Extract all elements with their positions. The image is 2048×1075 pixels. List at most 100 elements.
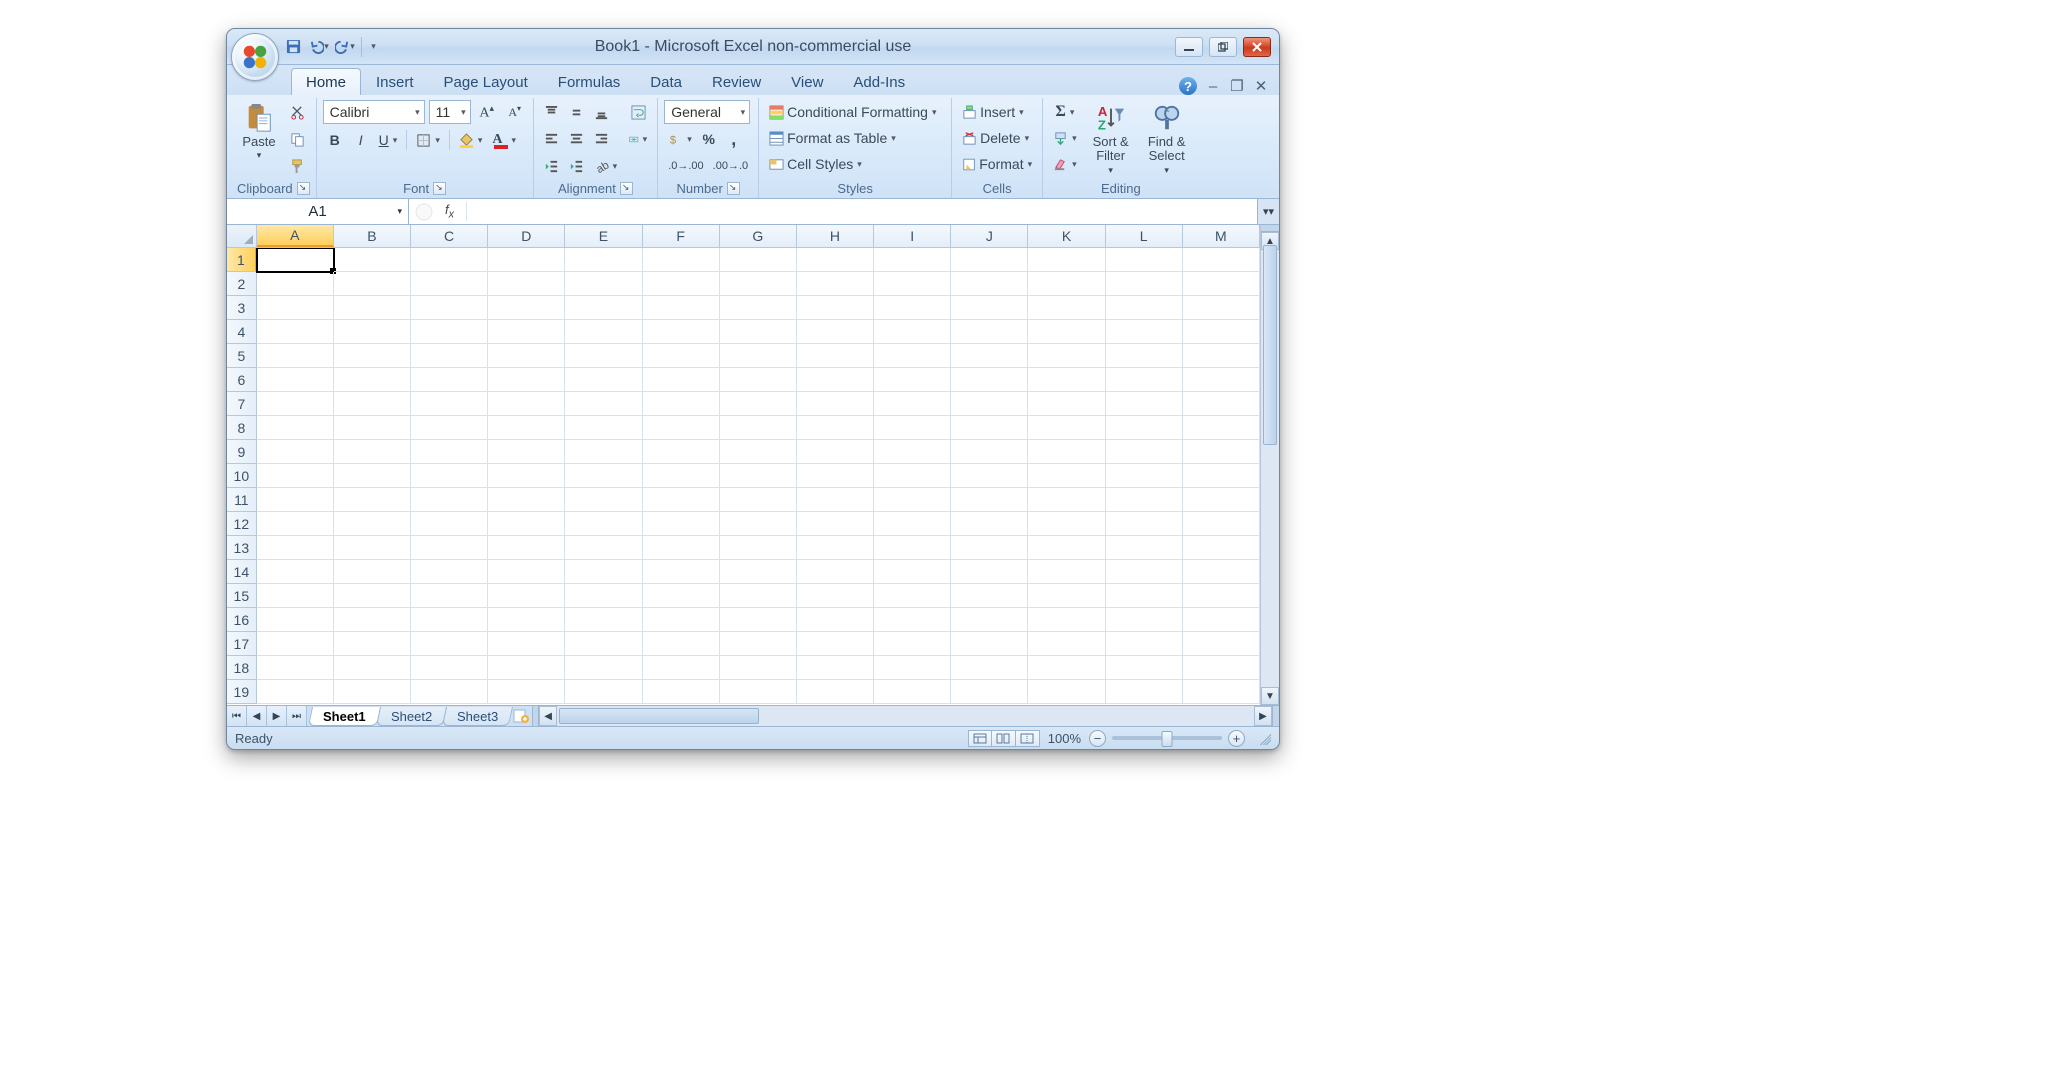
cell-F19[interactable]	[643, 680, 720, 704]
cell-C3[interactable]	[411, 296, 488, 320]
cell-K13[interactable]	[1028, 536, 1105, 560]
cell-M8[interactable]	[1183, 416, 1260, 440]
cell-J7[interactable]	[951, 392, 1028, 416]
cell-H19[interactable]	[797, 680, 874, 704]
cell-C19[interactable]	[411, 680, 488, 704]
cell-D17[interactable]	[488, 632, 565, 656]
cell-A3[interactable]	[257, 296, 334, 320]
cell-A17[interactable]	[257, 632, 334, 656]
clipboard-dialog-launcher[interactable]	[297, 182, 310, 195]
cell-A14[interactable]	[257, 560, 334, 584]
row-header-12[interactable]: 12	[227, 512, 257, 536]
cell-H4[interactable]	[797, 320, 874, 344]
cell-L15[interactable]	[1106, 584, 1183, 608]
cell-J1[interactable]	[951, 248, 1028, 272]
cell-I13[interactable]	[874, 536, 951, 560]
cell-G13[interactable]	[720, 536, 797, 560]
cell-H10[interactable]	[797, 464, 874, 488]
vertical-scroll-thumb[interactable]	[1263, 245, 1277, 445]
cell-I11[interactable]	[874, 488, 951, 512]
cell-I4[interactable]	[874, 320, 951, 344]
number-format-combo[interactable]: General▾	[664, 100, 750, 124]
cell-J10[interactable]	[951, 464, 1028, 488]
cell-E7[interactable]	[565, 392, 642, 416]
cell-E5[interactable]	[565, 344, 642, 368]
cell-F11[interactable]	[643, 488, 720, 512]
cell-E12[interactable]	[565, 512, 642, 536]
ribbon-tab-add-ins[interactable]: Add-Ins	[838, 68, 920, 95]
sheet-tab-sheet2[interactable]: Sheet2	[376, 707, 447, 726]
cell-E1[interactable]	[565, 248, 642, 272]
ribbon-tab-view[interactable]: View	[776, 68, 838, 95]
cell-E15[interactable]	[565, 584, 642, 608]
cell-M10[interactable]	[1183, 464, 1260, 488]
column-header-B[interactable]: B	[334, 225, 411, 247]
scroll-right-button[interactable]: ▶	[1254, 706, 1272, 726]
select-all-button[interactable]	[227, 225, 257, 247]
cell-L5[interactable]	[1106, 344, 1183, 368]
shrink-font-button[interactable]: A▾	[503, 100, 527, 124]
cell-I18[interactable]	[874, 656, 951, 680]
autosum-button[interactable]: Σ▾	[1049, 100, 1081, 124]
cell-B9[interactable]	[334, 440, 411, 464]
cell-B6[interactable]	[334, 368, 411, 392]
cell-H13[interactable]	[797, 536, 874, 560]
find-select-button[interactable]: Find & Select▾	[1141, 100, 1193, 178]
cell-A10[interactable]	[257, 464, 334, 488]
cell-A12[interactable]	[257, 512, 334, 536]
cell-D14[interactable]	[488, 560, 565, 584]
horizontal-scroll-thumb[interactable]	[559, 708, 759, 724]
cell-C13[interactable]	[411, 536, 488, 560]
alignment-dialog-launcher[interactable]	[620, 182, 633, 195]
cell-G3[interactable]	[720, 296, 797, 320]
cell-B15[interactable]	[334, 584, 411, 608]
cell-I12[interactable]	[874, 512, 951, 536]
cell-H15[interactable]	[797, 584, 874, 608]
column-header-L[interactable]: L	[1106, 225, 1183, 247]
cell-C14[interactable]	[411, 560, 488, 584]
font-name-combo[interactable]: Calibri▾	[323, 100, 425, 124]
view-normal-button[interactable]	[968, 730, 992, 747]
cell-B1[interactable]	[334, 248, 411, 272]
cell-I19[interactable]	[874, 680, 951, 704]
cell-K16[interactable]	[1028, 608, 1105, 632]
wrap-text-button[interactable]	[625, 100, 651, 124]
cell-M9[interactable]	[1183, 440, 1260, 464]
align-center-button[interactable]	[565, 127, 589, 151]
cell-E8[interactable]	[565, 416, 642, 440]
cell-F7[interactable]	[643, 392, 720, 416]
cell-D12[interactable]	[488, 512, 565, 536]
increase-decimal-button[interactable]: .0→.00	[664, 154, 707, 178]
cell-L19[interactable]	[1106, 680, 1183, 704]
fill-color-button[interactable]: ▾	[455, 128, 487, 152]
cell-D3[interactable]	[488, 296, 565, 320]
cell-I10[interactable]	[874, 464, 951, 488]
cell-M11[interactable]	[1183, 488, 1260, 512]
cell-A18[interactable]	[257, 656, 334, 680]
cell-F14[interactable]	[643, 560, 720, 584]
cell-G4[interactable]	[720, 320, 797, 344]
cell-L18[interactable]	[1106, 656, 1183, 680]
column-header-F[interactable]: F	[643, 225, 720, 247]
cell-E14[interactable]	[565, 560, 642, 584]
cell-G17[interactable]	[720, 632, 797, 656]
cell-K15[interactable]	[1028, 584, 1105, 608]
scroll-down-button[interactable]: ▼	[1261, 687, 1279, 705]
help-button[interactable]: ?	[1179, 77, 1197, 95]
cell-B2[interactable]	[334, 272, 411, 296]
number-dialog-launcher[interactable]	[727, 182, 740, 195]
sheet-tab-sheet3[interactable]: Sheet3	[442, 707, 513, 726]
cell-B5[interactable]	[334, 344, 411, 368]
column-header-D[interactable]: D	[488, 225, 565, 247]
cell-H14[interactable]	[797, 560, 874, 584]
sheet-nav-prev[interactable]: ◀	[247, 706, 267, 726]
formula-input[interactable]	[467, 203, 1257, 220]
cell-J17[interactable]	[951, 632, 1028, 656]
vertical-scrollbar[interactable]: ▲ ▼	[1260, 225, 1279, 705]
cell-C11[interactable]	[411, 488, 488, 512]
cancel-formula-icon[interactable]	[415, 203, 433, 221]
cell-H1[interactable]	[797, 248, 874, 272]
cell-K6[interactable]	[1028, 368, 1105, 392]
column-header-H[interactable]: H	[797, 225, 874, 247]
cell-D5[interactable]	[488, 344, 565, 368]
